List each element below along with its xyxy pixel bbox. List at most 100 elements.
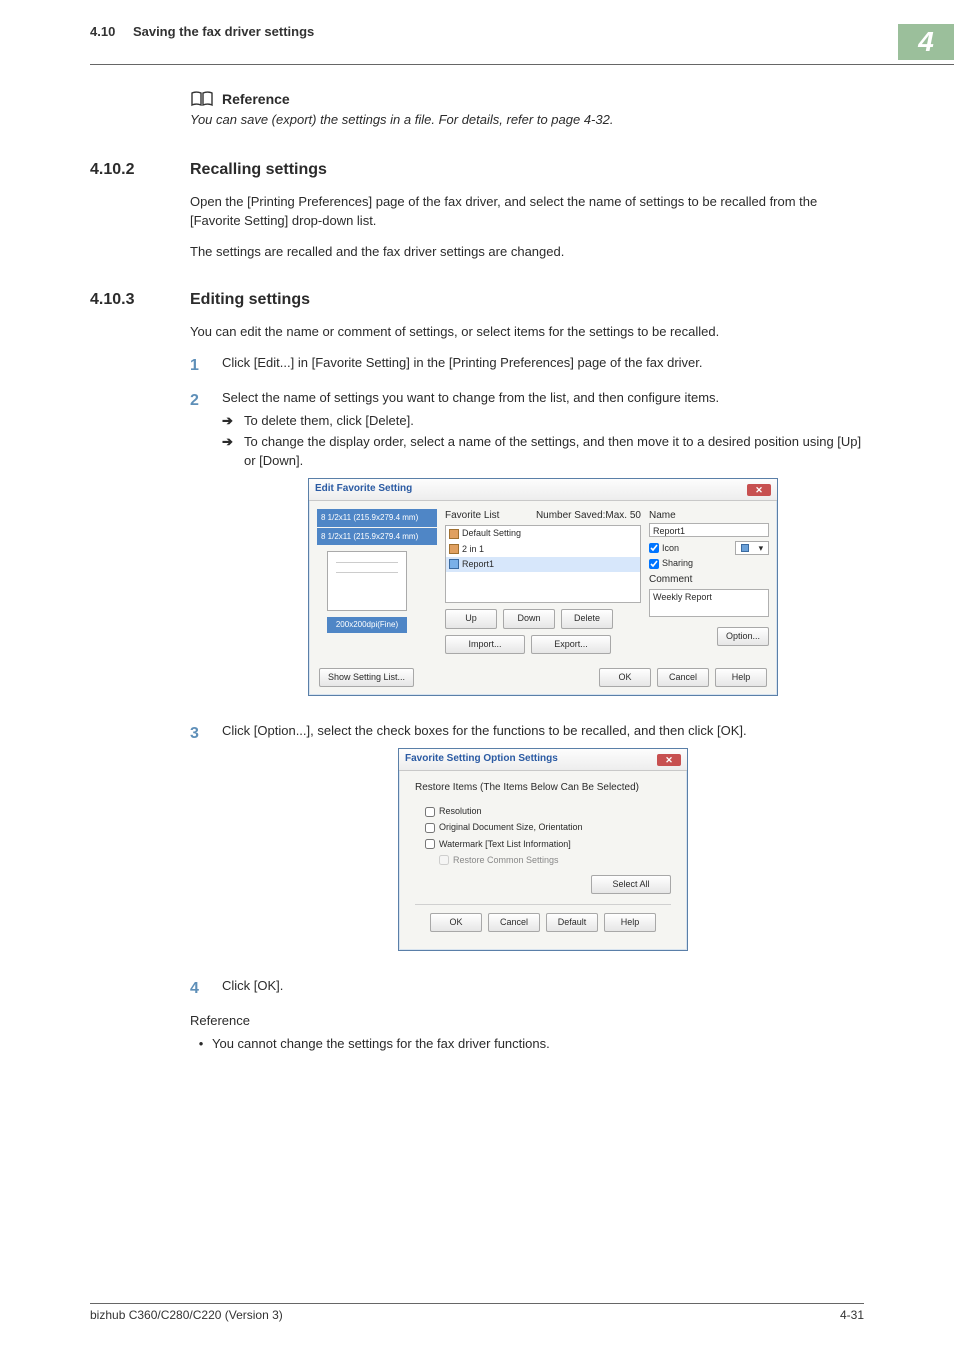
resolution-checkbox-row[interactable]: Resolution [425,805,671,818]
step-text: Click [Option...], select the check boxe… [222,723,747,738]
content: Reference You can save (export) the sett… [0,65,954,1054]
dialog-footer: OK Cancel Default Help [415,904,671,932]
sub-text: To delete them, click [Delete]. [244,412,414,431]
sub-item: ➔ To delete them, click [Delete]. [222,412,864,431]
comment-label: Comment [649,573,769,588]
comment-field[interactable]: Weekly Report [649,589,769,617]
edit-favorite-setting-dialog: Edit Favorite Setting ✕ 8 1/2x11 (215.9x… [308,478,778,695]
close-icon[interactable]: ✕ [747,484,771,496]
section-title: Saving the fax driver settings [133,24,314,39]
preview-page-icon [327,551,407,611]
footer-right: 4-31 [840,1308,864,1322]
step-body: Click [Option...], select the check boxe… [222,722,864,965]
ok-button[interactable]: OK [430,913,482,932]
step-body: Select the name of settings you want to … [222,389,864,710]
name-label: Name [649,509,769,524]
paragraph: Open the [Printing Preferences] page of … [190,193,864,231]
setting-icon [449,559,459,569]
list-button-row-1: Up Down Delete [445,609,641,628]
arrow-icon: ➔ [222,412,244,431]
import-button[interactable]: Import... [445,635,525,654]
watermark-checkbox-row[interactable]: Watermark [Text List Information] [425,838,671,851]
step-1: 1 Click [Edit...] in [Favorite Setting] … [190,354,864,377]
list-button-row-2: Import... Export... [445,635,641,654]
step-text: Select the name of settings you want to … [222,390,719,405]
page-header: 4.10 Saving the fax driver settings 4 [0,24,954,60]
group-label: Restore Items (The Items Below Can Be Se… [415,781,671,796]
setting-icon [449,529,459,539]
sharing-checkbox[interactable] [649,559,659,569]
heading-title: Recalling settings [190,158,327,181]
cancel-button[interactable]: Cancel [657,668,709,687]
favorite-list-count: Number Saved:Max. 50 [536,509,641,524]
heading-number: 4.10.2 [90,158,190,181]
heading-number: 4.10.3 [90,288,190,311]
icon-checkbox[interactable] [649,543,659,553]
paragraph: The settings are recalled and the fax dr… [190,243,864,262]
paragraph: You can edit the name or comment of sett… [190,323,864,342]
down-button[interactable]: Down [503,609,555,628]
up-button[interactable]: Up [445,609,497,628]
sharing-checkbox-row[interactable]: Sharing [649,557,769,570]
list-item-label: 2 in 1 [462,543,484,556]
resolution-checkbox[interactable] [425,807,435,817]
list-item[interactable]: Default Setting [446,526,640,541]
preview-size-top: 8 1/2x11 (215.9x279.4 mm) [317,509,437,527]
step-2: 2 Select the name of settings you want t… [190,389,864,710]
list-item[interactable]: 2 in 1 [446,542,640,557]
page-footer: bizhub C360/C280/C220 (Version 3) 4-31 [90,1303,864,1322]
favorite-list[interactable]: Default Setting 2 in 1 Report1 [445,525,641,603]
select-all-button[interactable]: Select All [591,875,671,894]
list-item-selected[interactable]: Report1 [446,557,640,572]
favorite-setting-option-dialog: Favorite Setting Option Settings ✕ Resto… [398,748,688,950]
export-button[interactable]: Export... [531,635,611,654]
checkbox-label: Original Document Size, Orientation [439,821,583,834]
help-button[interactable]: Help [604,913,656,932]
section-number: 4.10 [90,24,115,39]
default-button[interactable]: Default [546,913,598,932]
ok-button[interactable]: OK [599,668,651,687]
favorite-list-header: Favorite List Number Saved:Max. 50 [445,509,641,524]
close-icon[interactable]: ✕ [657,754,681,766]
book-icon [190,90,216,108]
dialog-titlebar: Edit Favorite Setting ✕ [309,479,777,501]
option-button[interactable]: Option... [717,627,769,646]
name-field[interactable]: Report1 [649,523,769,537]
show-setting-list-button[interactable]: Show Setting List... [319,668,414,687]
step-number: 3 [190,722,222,965]
bullet-text: You cannot change the settings for the f… [212,1035,550,1054]
watermark-checkbox[interactable] [425,839,435,849]
step-3: 3 Click [Option...], select the check bo… [190,722,864,965]
chapter-badge: 4 [896,24,954,60]
restore-common-checkbox-row: Restore Common Settings [439,854,671,867]
header-title: 4.10 Saving the fax driver settings [90,24,314,60]
preview-size-bottom: 8 1/2x11 (215.9x279.4 mm) [317,528,437,546]
step-number: 4 [190,977,222,1000]
checkbox-label: Watermark [Text List Information] [439,838,571,851]
orientation-checkbox[interactable] [425,823,435,833]
dialog-titlebar: Favorite Setting Option Settings ✕ [399,749,687,771]
sub-list: ➔ To delete them, click [Delete]. ➔ To c… [222,412,864,471]
favorite-list-pane: Favorite List Number Saved:Max. 50 Defau… [445,509,641,654]
heading-recalling-settings: 4.10.2 Recalling settings [90,158,864,181]
reference-body: You can save (export) the settings in a … [190,111,864,130]
cancel-button[interactable]: Cancel [488,913,540,932]
icon-picker[interactable]: ▾ [735,541,769,555]
heading-editing-settings: 4.10.3 Editing settings [90,288,864,311]
setting-icon [449,544,459,554]
dialog-footer: Show Setting List... OK Cancel Help [309,668,777,687]
bullet-item: • You cannot change the settings for the… [190,1035,864,1054]
sub-text: To change the display order, select a na… [244,433,864,471]
arrow-icon: ➔ [222,433,244,452]
dialog-title: Favorite Setting Option Settings [405,752,558,767]
heading-title: Editing settings [190,288,310,311]
reference-heading: Reference [190,89,864,109]
step-4: 4 Click [OK]. [190,977,864,1000]
checkbox-label: Resolution [439,805,482,818]
reference-label: Reference [222,89,290,109]
icon-checkbox-row[interactable]: Icon ▾ [649,541,769,555]
delete-button[interactable]: Delete [561,609,613,628]
help-button[interactable]: Help [715,668,767,687]
orientation-checkbox-row[interactable]: Original Document Size, Orientation [425,821,671,834]
properties-pane: Name Report1 Icon ▾ Sharing Comment Week… [649,509,769,654]
